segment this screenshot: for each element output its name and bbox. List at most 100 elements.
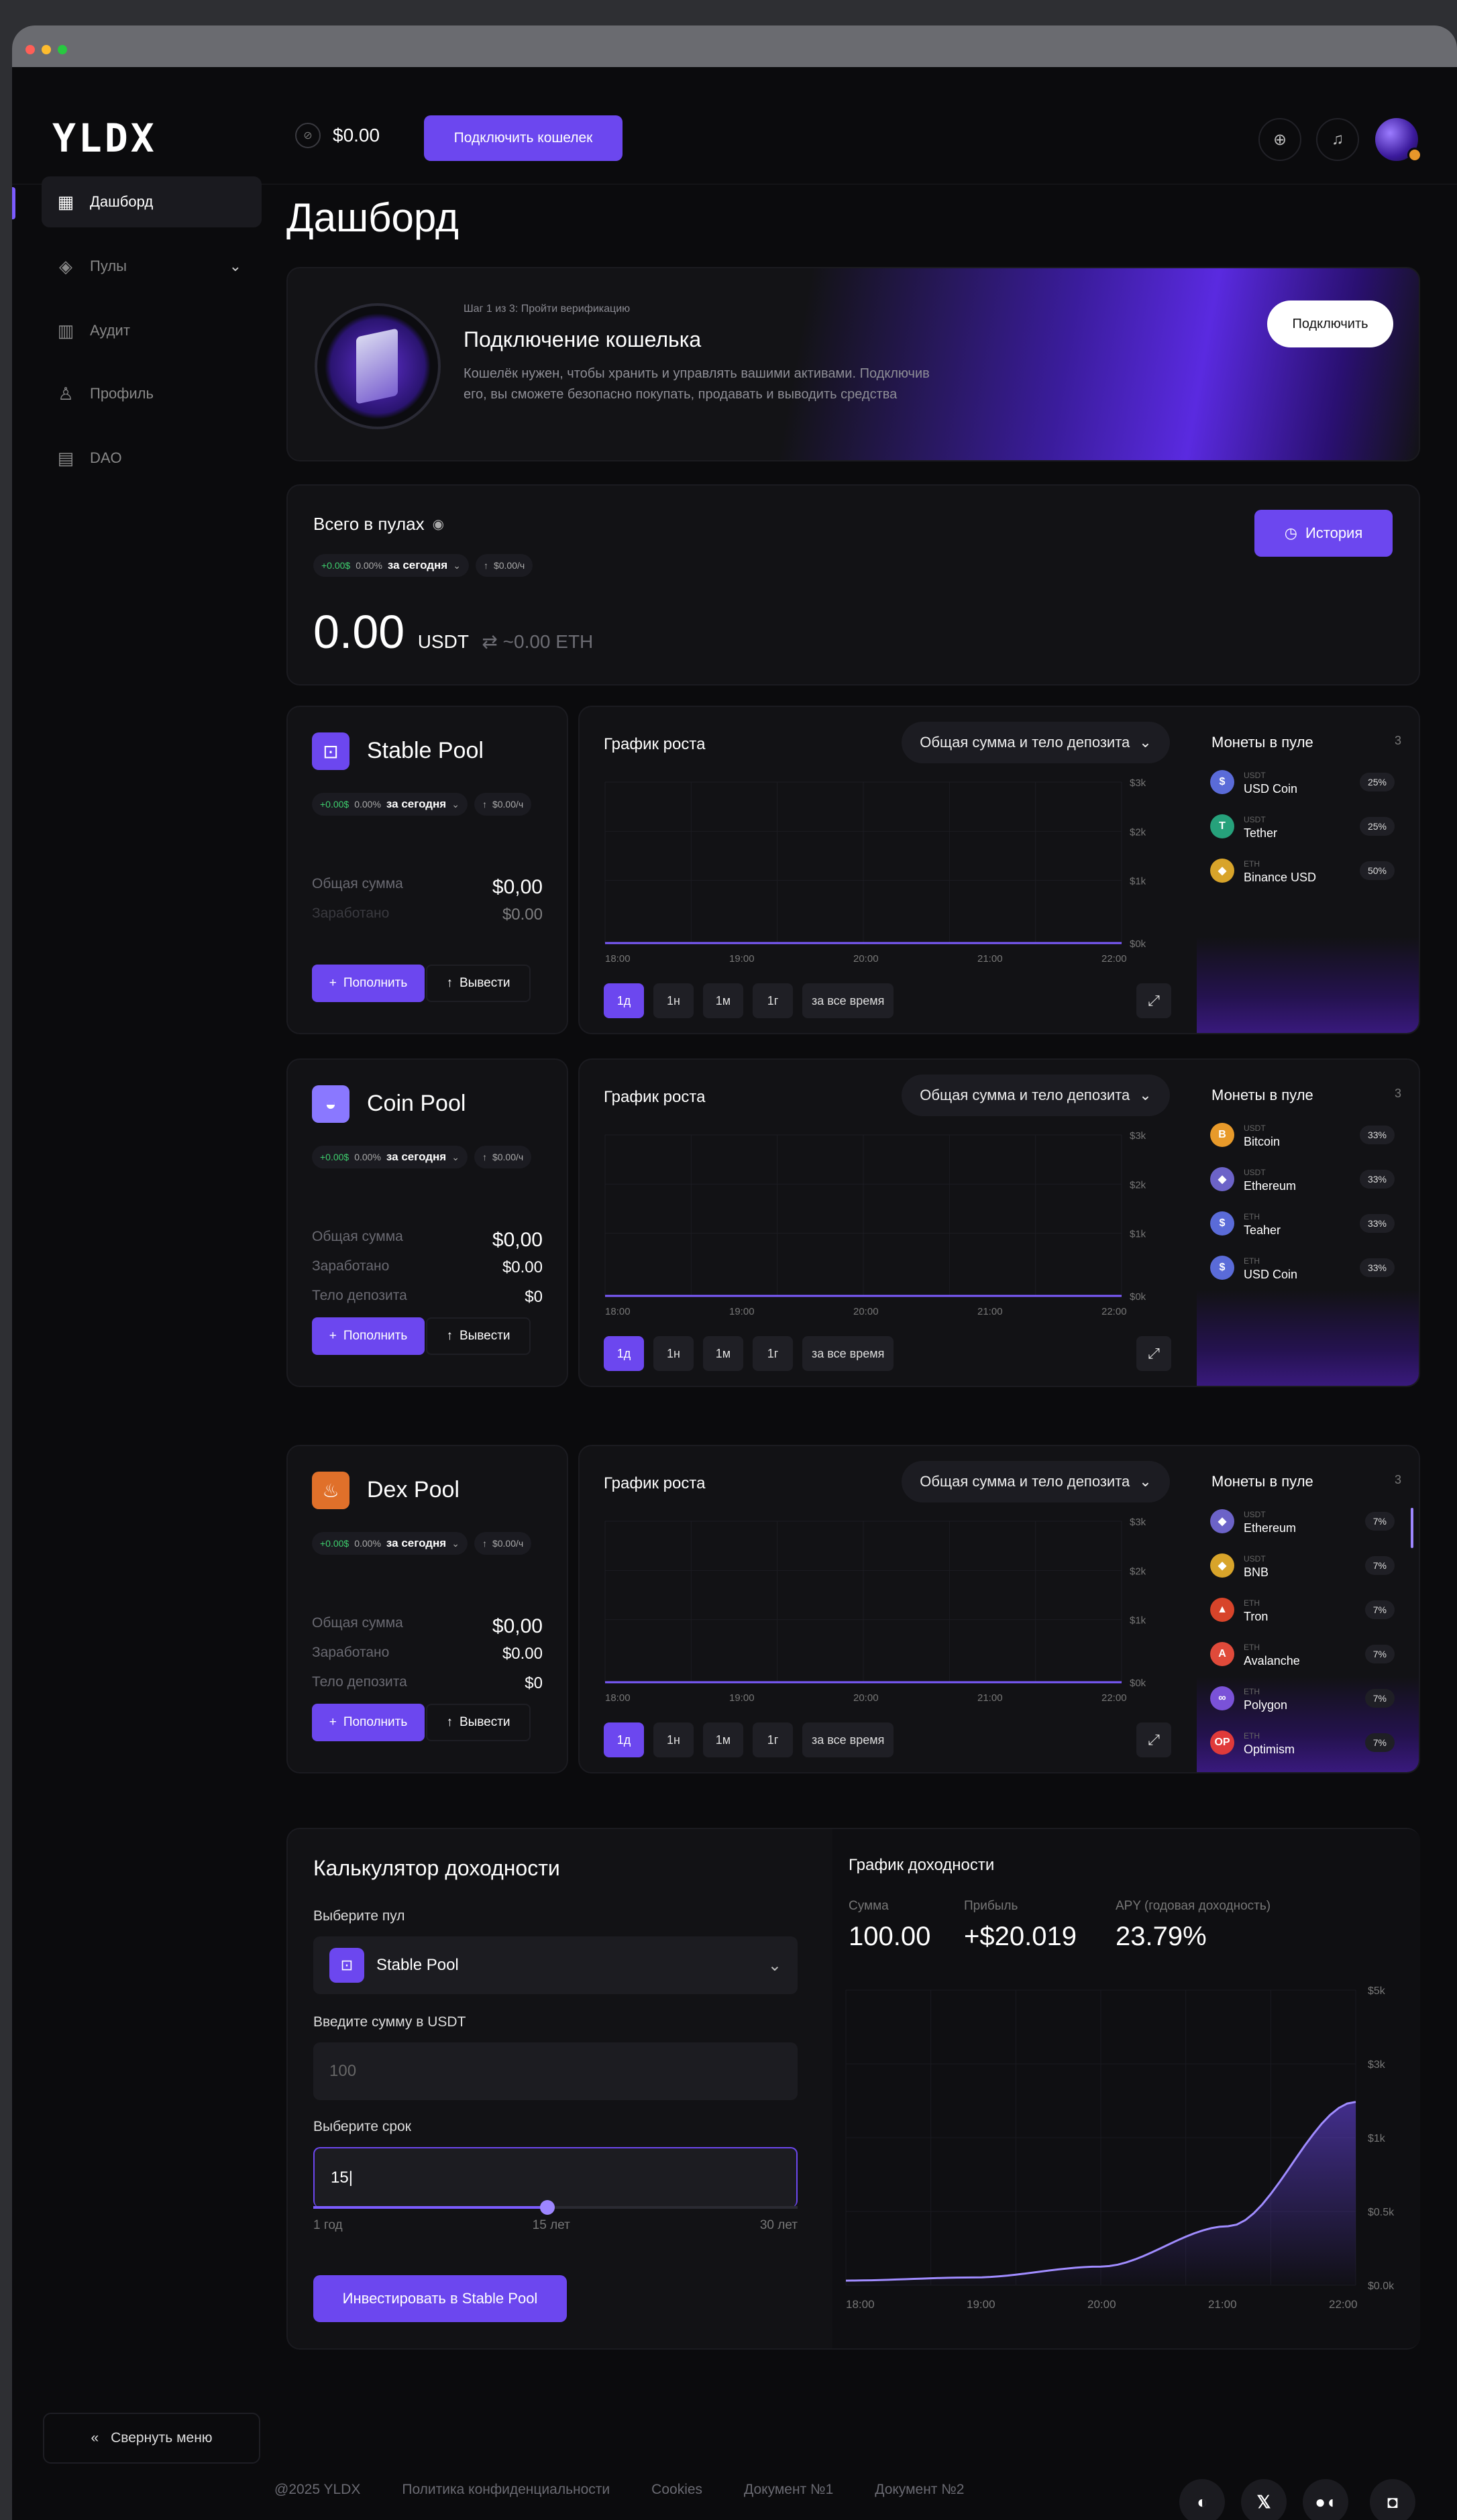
withdraw-button[interactable]: ↑ Вывести [426, 1317, 531, 1355]
timeframe-tab[interactable]: 1г [753, 983, 793, 1018]
coins-scrollbar[interactable] [1411, 1508, 1413, 1548]
coin-label: Tron [1244, 1610, 1269, 1623]
timeframe-tab[interactable]: 1д [604, 1336, 644, 1371]
x-icon[interactable]: 𝕏 [1241, 2479, 1287, 2520]
coin-row[interactable]: $ ETH Teaher 33% [1210, 1210, 1395, 1237]
y-tick-label: $5k [1368, 1985, 1386, 1997]
globe-icon[interactable]: ⊕ [1258, 118, 1301, 161]
expand-icon[interactable]: ⤢ [1136, 983, 1171, 1018]
timeframe-tab[interactable]: за все время [802, 1722, 894, 1757]
chart-metric-select[interactable]: Общая сумма и тело депозита ⌄ [902, 1075, 1170, 1116]
expand-icon[interactable]: ⤢ [1136, 1722, 1171, 1757]
window-titlebar [12, 25, 1457, 67]
timeframe-tab[interactable]: 1м [703, 1722, 743, 1757]
coin-row[interactable]: ▲ ETH Tron 7% [1210, 1596, 1395, 1623]
coin-row[interactable]: B USDT Bitcoin 33% [1210, 1121, 1395, 1148]
coin-row[interactable]: ◆ USDT Ethereum 7% [1210, 1508, 1395, 1535]
timeframe-tab[interactable]: за все время [802, 1336, 894, 1371]
maximize-window-button[interactable] [58, 45, 67, 54]
total-amount-value: 0.00 [313, 606, 405, 658]
growth-chart: $3k $2k $1k $0k 18:00 19:00 20:00 21:00 22:00 [604, 1130, 1146, 1317]
minimize-window-button[interactable] [42, 45, 51, 54]
sidebar-item-dashboard[interactable]: ▦ Дашборд [42, 176, 262, 227]
pool-change-pill[interactable]: +0.00$ 0.00% за сегодня ⌄ [312, 1146, 468, 1168]
change-pill[interactable]: +0.00$ 0.00% за сегодня ⌄ [313, 554, 469, 577]
term-input[interactable]: 15| [313, 2147, 798, 2207]
footer-link-doc1[interactable]: Документ №1 [744, 2482, 833, 2498]
timeframe-tab[interactable]: 1м [703, 1336, 743, 1371]
timeframe-tab[interactable]: 1г [753, 1336, 793, 1371]
x-tick-label: 20:00 [853, 953, 879, 965]
coin-row[interactable]: OP ETH Optimism 7% [1210, 1729, 1395, 1756]
withdraw-button[interactable]: ↑ Вывести [426, 1704, 531, 1741]
app-logo[interactable]: YLDX [52, 115, 157, 161]
sidebar-item-pools[interactable]: ◈ Пулы ⌄ [42, 241, 262, 292]
bell-icon[interactable]: ♫ [1316, 118, 1359, 161]
pool-stat-value: $0,00 [492, 1229, 543, 1251]
history-button[interactable]: ◷ История [1254, 510, 1393, 557]
sidebar-item-dao[interactable]: ▤ DAO [42, 433, 262, 484]
footer-link-doc2[interactable]: Документ №2 [875, 2482, 964, 2498]
coin-icon: $ [1210, 1256, 1234, 1280]
timeframe-tab[interactable]: 1н [653, 983, 694, 1018]
timeframe-tab[interactable]: 1н [653, 1336, 694, 1371]
timeframe-tab[interactable]: за все время [802, 983, 894, 1018]
medium-icon[interactable]: ●◖ [1303, 2479, 1348, 2520]
chart-metric-value: Общая сумма и тело депозита [920, 1087, 1130, 1103]
coin-label: Optimism [1244, 1743, 1295, 1756]
avatar[interactable] [1375, 118, 1422, 162]
coin-row[interactable]: ◆ USDT Ethereum 33% [1210, 1166, 1395, 1193]
timeframe-tab[interactable]: 1д [604, 1722, 644, 1757]
expand-icon[interactable]: ⤢ [1136, 1336, 1171, 1371]
coin-row[interactable]: A ETH Avalanche 7% [1210, 1641, 1395, 1667]
arrow-up-icon: ↑ [482, 799, 487, 810]
timeframe-tab[interactable]: 1д [604, 983, 644, 1018]
change-pct: 0.00% [356, 560, 382, 571]
footer-link-privacy[interactable]: Политика конфиденциальности [402, 2482, 610, 2498]
pool-change-pill[interactable]: +0.00$ 0.00% за сегодня ⌄ [312, 1532, 468, 1555]
sidebar-item-profile[interactable]: ♙ Профиль [42, 368, 262, 419]
deposit-button[interactable]: + Пополнить [312, 965, 425, 1002]
coin-row[interactable]: ◆ ETH Binance USD 50% [1210, 857, 1395, 884]
instagram-icon[interactable]: ◘ [1370, 2479, 1415, 2520]
chart-metric-select[interactable]: Общая сумма и тело депозита ⌄ [902, 722, 1170, 763]
pool-name: Stable Pool [367, 738, 484, 763]
pool-stat-value: $0 [525, 1288, 543, 1306]
timeframe-tab[interactable]: 1н [653, 1722, 694, 1757]
invest-button[interactable]: Инвестировать в Stable Pool [313, 2275, 567, 2322]
coin-row[interactable]: $ USDT USD Coin 25% [1210, 769, 1395, 796]
eye-icon[interactable]: ◉ [433, 516, 444, 533]
coin-row[interactable]: T USDT Tether 25% [1210, 813, 1395, 840]
sum-label: Сумма [849, 1899, 889, 1913]
pool-card: ⊡ Stable Pool +0.00$ 0.00% за сегодня ⌄ ↑ $0.00… [286, 706, 568, 1034]
sidebar-item-audit[interactable]: ▥ Аудит [42, 305, 262, 356]
deposit-button[interactable]: + Пополнить [312, 1704, 425, 1741]
withdraw-button[interactable]: ↑ Вывести [426, 965, 531, 1002]
deposit-button[interactable]: + Пополнить [312, 1317, 425, 1355]
arrow-up-icon: ↑ [483, 560, 488, 571]
close-window-button[interactable] [25, 45, 35, 54]
coin-row[interactable]: $ ETH USD Coin 33% [1210, 1254, 1395, 1281]
coin-label: Ethereum [1244, 1179, 1297, 1193]
discord-icon[interactable]: ◐ [1179, 2479, 1225, 2520]
footer-link-cookies[interactable]: Cookies [651, 2482, 702, 2498]
collapse-menu-button[interactable]: « Свернуть меню [43, 2413, 260, 2464]
pool-change-pill[interactable]: +0.00$ 0.00% за сегодня ⌄ [312, 793, 468, 816]
coin-row[interactable]: ∞ ETH Polygon 7% [1210, 1685, 1395, 1712]
sidebar-item-label: Пулы [90, 258, 127, 274]
term-slider-track[interactable] [313, 2200, 798, 2215]
amount-input[interactable]: 100 [313, 2042, 798, 2100]
pool-stat-label: Заработано [312, 1258, 390, 1274]
pool-stat-value: $0.00 [502, 906, 543, 924]
connect-button[interactable]: Подключить [1267, 300, 1393, 347]
timeframe-tab[interactable]: 1м [703, 983, 743, 1018]
chart-metric-select[interactable]: Общая сумма и тело депозита ⌄ [902, 1461, 1170, 1502]
coin-icon: $ [1210, 770, 1234, 794]
x-tick-label: 21:00 [1208, 2298, 1237, 2311]
coin-row[interactable]: ◆ USDT BNB 7% [1210, 1552, 1395, 1579]
term-slider-handle[interactable] [539, 2200, 555, 2215]
timeframe-tab[interactable]: 1г [753, 1722, 793, 1757]
coin-name: USDT BNB [1244, 1552, 1356, 1579]
connect-wallet-button[interactable]: Подключить кошелек [424, 115, 623, 161]
pool-select[interactable]: ⊡ Stable Pool ⌄ [313, 1936, 798, 1994]
